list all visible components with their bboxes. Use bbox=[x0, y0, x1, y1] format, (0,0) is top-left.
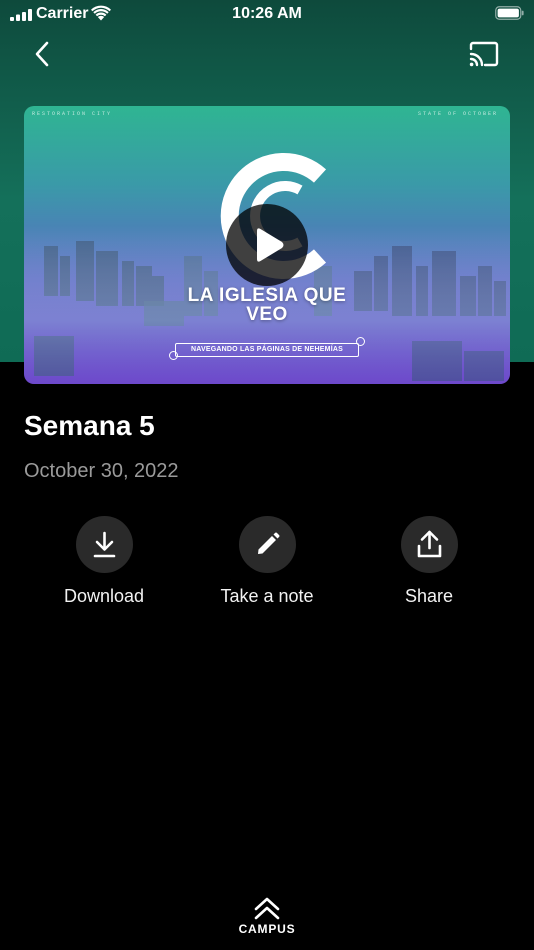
share-icon-circle bbox=[400, 516, 458, 573]
video-corner-text-left: RESTORATION CITY bbox=[32, 111, 113, 117]
video-title-line1: LA IGLESIA QUE bbox=[187, 285, 347, 306]
video-subtitle-art: NAVEGANDO LAS PÁGINAS DE NEHEMÍAS bbox=[175, 343, 359, 357]
play-button[interactable] bbox=[226, 204, 308, 286]
clock: 10:26 AM bbox=[232, 5, 302, 22]
cast-icon[interactable] bbox=[468, 40, 500, 68]
sermon-title: Semana 5 bbox=[24, 410, 155, 441]
pencil-icon bbox=[257, 532, 279, 554]
download-icon-circle bbox=[75, 516, 133, 573]
double-chevron-up-icon bbox=[254, 897, 280, 920]
download-label: Download bbox=[63, 586, 145, 606]
share-button[interactable]: Share bbox=[349, 516, 509, 607]
download-button[interactable]: Download bbox=[24, 516, 184, 607]
video-corner-text-right: STATE OF OCTOBER bbox=[417, 111, 498, 117]
share-icon bbox=[417, 530, 441, 558]
share-label: Share bbox=[404, 586, 454, 606]
video-thumbnail[interactable]: RESTORATION CITY STATE OF OCTOBER LA IGL… bbox=[24, 106, 510, 384]
battery-icon bbox=[495, 6, 524, 20]
status-bar: Carrier 10:26 AM bbox=[0, 0, 534, 30]
download-icon bbox=[93, 531, 115, 558]
back-button[interactable] bbox=[28, 38, 58, 70]
subtitle-dot-right bbox=[356, 337, 365, 346]
sermon-date: October 30, 2022 bbox=[24, 460, 179, 482]
campus-label: CAMPUS bbox=[238, 922, 296, 936]
take-note-button[interactable]: Take a note bbox=[187, 516, 347, 607]
pencil-icon-circle bbox=[238, 516, 296, 573]
video-title-art: LA IGLESIA QUE VEO bbox=[24, 286, 510, 324]
sermon-detail-screen: Carrier 10:26 AM RESTORATION CITY STATE … bbox=[0, 0, 534, 950]
play-icon bbox=[257, 228, 284, 262]
video-title-line2: VEO bbox=[246, 304, 288, 325]
campus-button[interactable]: CAMPUS bbox=[217, 896, 317, 936]
take-note-label: Take a note bbox=[220, 586, 314, 606]
